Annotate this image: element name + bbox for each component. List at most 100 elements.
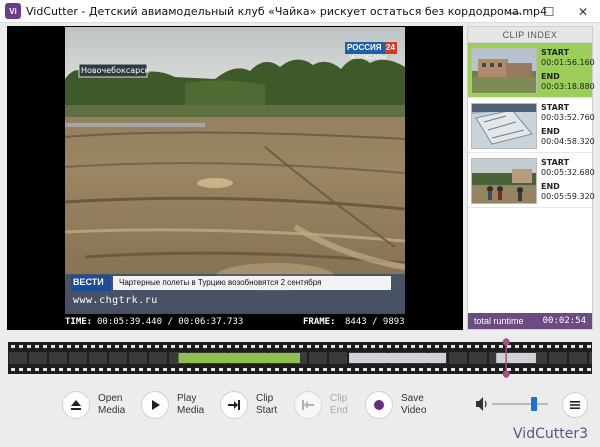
sprocket-hole xyxy=(75,368,79,371)
sprocket-hole xyxy=(299,345,303,348)
sprocket-hole xyxy=(75,345,79,348)
hamburger-icon xyxy=(570,401,580,409)
volume-track[interactable] xyxy=(492,403,548,405)
sprocket-hole xyxy=(443,368,447,371)
sprocket-hole xyxy=(395,368,399,371)
sprocket-hole xyxy=(171,368,175,371)
news-ticker: Чартерные полеты в Турцию возобновятся 2… xyxy=(119,278,322,287)
sprocket-hole xyxy=(467,368,471,371)
sprocket-hole xyxy=(579,345,583,348)
open-media-button[interactable]: Open Media xyxy=(62,385,125,425)
film-frame xyxy=(29,352,47,364)
clip-start-time: 00:05:32.680 xyxy=(541,168,595,177)
clip-end-button[interactable]: Clip End xyxy=(294,385,348,425)
channel-website: www.chgtrk.ru xyxy=(73,295,158,306)
sprocket-hole xyxy=(67,345,71,348)
timeline-clip-segment[interactable] xyxy=(178,353,300,363)
app-icon: Vi xyxy=(5,3,21,19)
title-bar: Vi VidCutter - Детский авиамодельный клу… xyxy=(0,0,600,23)
sprocket-hole xyxy=(115,345,119,348)
sprocket-hole xyxy=(267,345,271,348)
video-frame[interactable]: Новочебоксарск РОССИЯ 24 ЧЕБОКСАРЫ ВЕСТИ… xyxy=(65,27,405,314)
sprocket-hole xyxy=(379,368,383,371)
sprocket-hole xyxy=(395,345,399,348)
close-button[interactable]: ✕ xyxy=(566,0,600,23)
sprocket-hole xyxy=(179,345,183,348)
minimize-button[interactable]: — xyxy=(498,0,532,23)
timeline-clip-segment[interactable] xyxy=(496,353,536,363)
sprocket-hole xyxy=(115,368,119,371)
sprocket-hole xyxy=(531,368,535,371)
sprocket-hole xyxy=(483,368,487,371)
clip-item[interactable]: START 00:01:56.160 END 00:03:18.880 xyxy=(468,43,595,98)
time-value: 00:05:39.440 / 00:06:37.733 xyxy=(97,317,244,327)
play-media-button[interactable]: Play Media xyxy=(141,385,204,425)
speaker-icon[interactable] xyxy=(476,397,487,411)
sprocket-hole xyxy=(491,368,495,371)
frame-value: 8443 / 9893 xyxy=(345,317,405,327)
sprocket-hole xyxy=(323,345,327,348)
sprocket-hole xyxy=(491,345,495,348)
sprocket-hole xyxy=(363,368,367,371)
sprocket-hole xyxy=(131,368,135,371)
sprocket-hole xyxy=(379,345,383,348)
film-frame xyxy=(549,352,567,364)
sprocket-hole xyxy=(411,345,415,348)
clip-start-label: Clip Start xyxy=(256,393,278,416)
sprocket-hole xyxy=(331,368,335,371)
sprocket-hole xyxy=(171,345,175,348)
film-frame xyxy=(569,352,587,364)
sprocket-hole xyxy=(99,345,103,348)
sprocket-hole xyxy=(219,368,223,371)
timeline-filmstrip[interactable] xyxy=(8,338,592,378)
playhead-handle-top[interactable] xyxy=(502,338,510,346)
sprocket-hole xyxy=(163,345,167,348)
maximize-button[interactable]: ☐ xyxy=(532,0,566,23)
sprocket-hole xyxy=(219,345,223,348)
sprocket-hole xyxy=(275,345,279,348)
clip-start-button[interactable]: Clip Start xyxy=(220,385,277,425)
sprocket-hole xyxy=(83,345,87,348)
sprocket-hole xyxy=(243,345,247,348)
sprocket-hole xyxy=(203,345,207,348)
sprocket-hole xyxy=(283,368,287,371)
sprocket-hole xyxy=(11,345,15,348)
sprocket-hole xyxy=(59,368,63,371)
sprocket-hole xyxy=(307,368,311,371)
film-frame xyxy=(129,352,147,364)
sprocket-hole xyxy=(507,345,511,348)
sprocket-hole xyxy=(523,345,527,348)
sprocket-hole xyxy=(99,368,103,371)
playhead-handle-bottom[interactable] xyxy=(502,370,510,378)
sprocket-hole xyxy=(291,345,295,348)
volume-slider-handle[interactable] xyxy=(531,397,537,411)
channel-number: 24 xyxy=(386,43,395,52)
window-controls: — ☐ ✕ xyxy=(498,0,600,23)
time-label: TIME: xyxy=(65,317,93,327)
video-player[interactable]: Новочебоксарск РОССИЯ 24 ЧЕБОКСАРЫ ВЕСТИ… xyxy=(7,26,463,330)
sprocket-hole xyxy=(291,368,295,371)
sprocket-hole xyxy=(515,345,519,348)
sprocket-hole xyxy=(235,345,239,348)
sprocket-hole xyxy=(35,368,39,371)
sprocket-hole xyxy=(419,368,423,371)
sprocket-hole xyxy=(539,345,543,348)
film-frame xyxy=(449,352,467,364)
sprocket-hole xyxy=(483,345,487,348)
sprocket-hole xyxy=(587,345,591,348)
sprocket-hole xyxy=(299,368,303,371)
app-window: Vi VidCutter - Детский авиамодельный клу… xyxy=(0,0,600,447)
sprocket-hole xyxy=(427,368,431,371)
save-video-button[interactable]: Save Video xyxy=(365,385,426,425)
sprocket-hole xyxy=(195,368,199,371)
sprocket-hole xyxy=(195,345,199,348)
timeline-clip-segment[interactable] xyxy=(349,353,446,363)
clip-item[interactable]: START 00:05:32.680 END 00:05:59.320 xyxy=(468,153,595,208)
timeline-slider[interactable] xyxy=(8,338,592,378)
clip-item[interactable]: START 00:03:52.760 END 00:04:58.320 xyxy=(468,98,595,153)
sprocket-hole xyxy=(555,368,559,371)
sprocket-hole xyxy=(571,345,575,348)
menu-button[interactable] xyxy=(562,392,588,418)
sprocket-hole xyxy=(211,345,215,348)
volume-control[interactable] xyxy=(474,393,554,415)
